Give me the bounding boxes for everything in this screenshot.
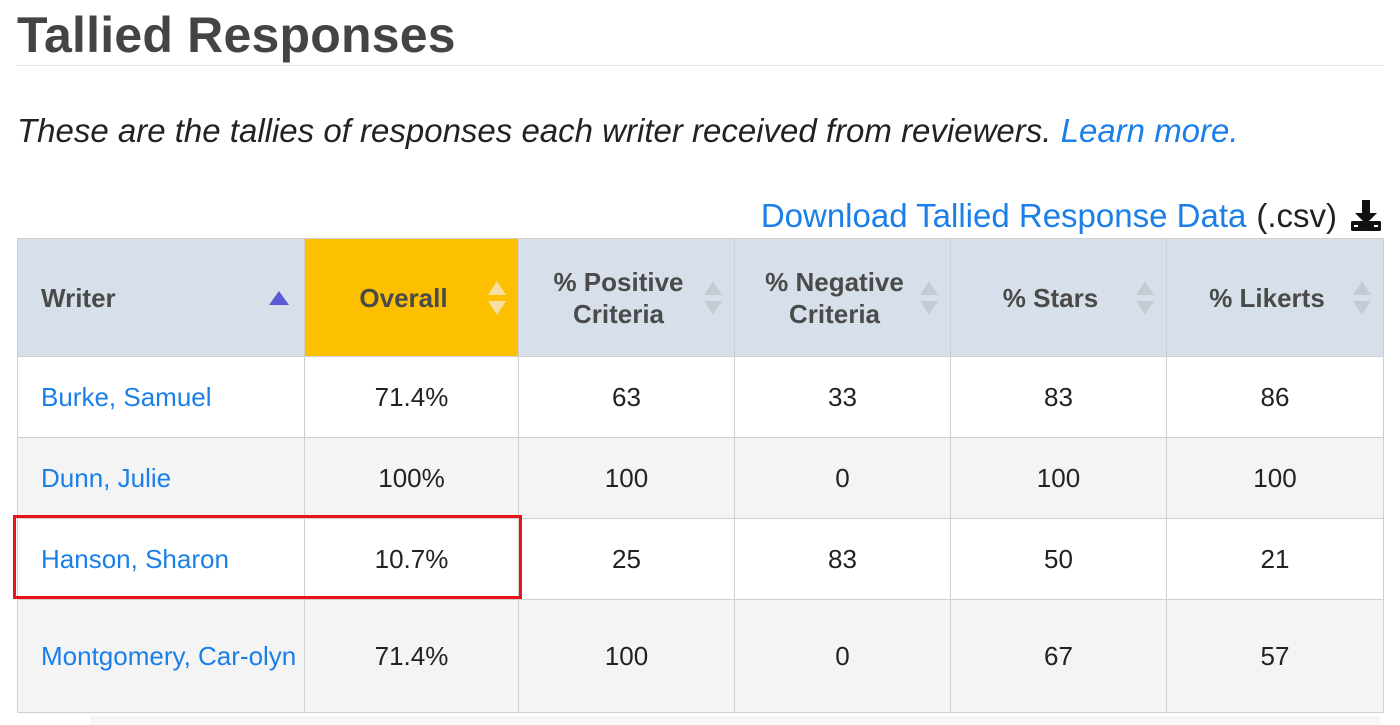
table-header-row: Writer Overall % Positive Criteria % Neg… [17,238,1384,357]
sort-icon [704,280,722,315]
table-row: Dunn, Julie 100% 100 0 100 100 [17,437,1384,519]
learn-more-link[interactable]: Learn more. [1061,112,1239,149]
stars-cell: 67 [950,599,1167,713]
sort-icon [920,280,938,315]
column-header-label: % Stars [1002,282,1099,313]
download-row: Download Tallied Response Data (.csv) [761,197,1383,235]
writer-cell: Burke, Samuel [17,356,305,438]
negative-criteria-cell: 0 [734,437,951,519]
stars-cell: 50 [950,518,1167,600]
tallied-responses-page: Tallied Responses These are the tallies … [0,0,1400,725]
overall-cell: 10.7% [304,518,519,600]
negative-criteria-cell: 0 [734,599,951,713]
download-csv-link[interactable]: Download Tallied Response Data [761,197,1247,235]
column-header-label: % Positive Criteria [553,266,684,329]
csv-suffix: (.csv) [1256,197,1337,234]
intro-text: These are the tallies of responses each … [17,112,1239,150]
negative-criteria-cell: 83 [734,518,951,600]
likerts-cell: 21 [1166,518,1384,600]
likerts-cell: 86 [1166,356,1384,438]
column-header-label: Writer [41,282,116,313]
positive-criteria-cell: 100 [518,437,735,519]
column-header-positive-criteria[interactable]: % Positive Criteria [518,238,735,357]
writer-cell: Montgomery, Car-olyn [17,599,305,713]
writer-link[interactable]: Dunn, Julie [41,463,171,493]
stars-cell: 83 [950,356,1167,438]
tallied-responses-table: Writer Overall % Positive Criteria % Neg… [17,238,1384,713]
page-title: Tallied Responses [17,7,456,63]
writer-link[interactable]: Hanson, Sharon [41,544,229,574]
column-header-overall[interactable]: Overall [304,238,519,357]
likerts-cell: 57 [1166,599,1384,713]
column-header-stars[interactable]: % Stars [950,238,1167,357]
writer-cell: Hanson, Sharon [17,518,305,600]
sort-icon [488,280,506,315]
column-header-writer[interactable]: Writer [17,238,305,357]
positive-criteria-cell: 100 [518,599,735,713]
sort-icon [1136,280,1154,315]
likerts-cell: 100 [1166,437,1384,519]
positive-criteria-cell: 25 [518,518,735,600]
stars-cell: 100 [950,437,1167,519]
table-row: Hanson, Sharon 10.7% 25 83 50 21 [17,518,1384,600]
column-header-label: Overall [359,282,448,313]
title-divider [17,65,1383,66]
overall-cell: 71.4% [304,356,519,438]
footer-shadow [90,716,1380,725]
overall-cell: 71.4% [304,599,519,713]
negative-criteria-cell: 33 [734,356,951,438]
download-icon[interactable] [1349,199,1383,233]
column-header-likerts[interactable]: % Likerts [1166,238,1384,357]
writer-cell: Dunn, Julie [17,437,305,519]
table-row: Montgomery, Car-olyn 71.4% 100 0 67 57 [17,599,1384,713]
positive-criteria-cell: 63 [518,356,735,438]
intro-sentence: These are the tallies of responses each … [17,112,1052,149]
column-header-negative-criteria[interactable]: % Negative Criteria [734,238,951,357]
overall-cell: 100% [304,437,519,519]
column-header-label: % Negative Criteria [765,266,904,329]
writer-link[interactable]: Montgomery, Car-olyn [41,641,296,671]
column-header-label: % Likerts [1209,282,1325,313]
table-row: Burke, Samuel 71.4% 63 33 83 86 [17,356,1384,438]
sort-ascending-icon [269,290,289,305]
writer-link[interactable]: Burke, Samuel [41,382,212,412]
sort-icon [1353,280,1371,315]
